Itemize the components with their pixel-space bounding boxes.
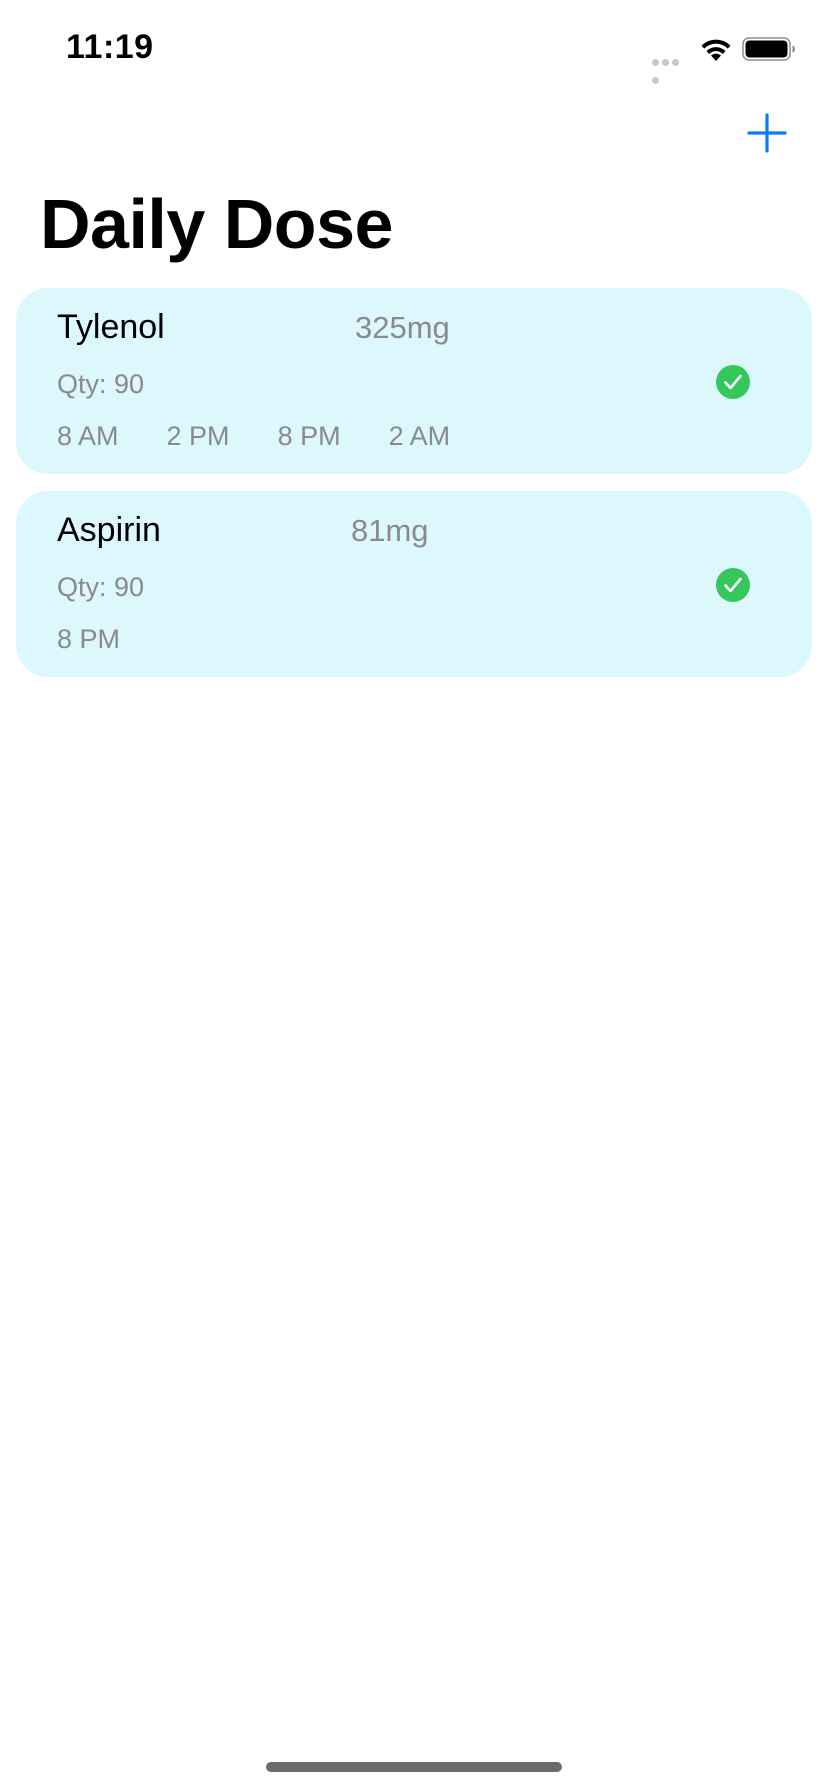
battery-icon	[742, 37, 795, 61]
medication-dose: 81mg	[351, 513, 429, 548]
medication-name: Tylenol	[57, 308, 165, 346]
dose-times: 8 AM 2 PM 8 PM 2 AM	[57, 421, 498, 452]
medication-quantity: Qty: 90	[57, 572, 145, 602]
medication-card[interactable]: Tylenol 325mg Qty: 90 8 AM 2 PM 8 PM 2 AM	[16, 288, 812, 474]
taken-checkmark-icon[interactable]	[716, 568, 750, 602]
cellular-signal-icon	[652, 53, 690, 84]
medication-quantity: Qty: 90	[57, 369, 145, 399]
dose-times: 8 PM	[57, 624, 168, 655]
dose-time: 8 AM	[57, 421, 119, 451]
status-bar: 11:19	[0, 0, 828, 100]
dose-time: 8 PM	[277, 421, 341, 451]
home-indicator[interactable]	[266, 1762, 562, 1772]
dose-time: 2 AM	[388, 421, 451, 451]
page-title: Daily Dose	[40, 185, 393, 263]
add-button[interactable]	[744, 110, 790, 156]
dose-time: 8 PM	[57, 624, 121, 654]
medication-name: Aspirin	[57, 511, 161, 549]
medication-card[interactable]: Aspirin 81mg Qty: 90 8 PM	[16, 491, 812, 677]
wifi-icon	[701, 39, 731, 61]
status-time: 11:19	[66, 28, 154, 66]
medication-dose: 325mg	[355, 310, 450, 345]
dose-time: 2 PM	[166, 421, 230, 451]
taken-checkmark-icon[interactable]	[716, 365, 750, 399]
